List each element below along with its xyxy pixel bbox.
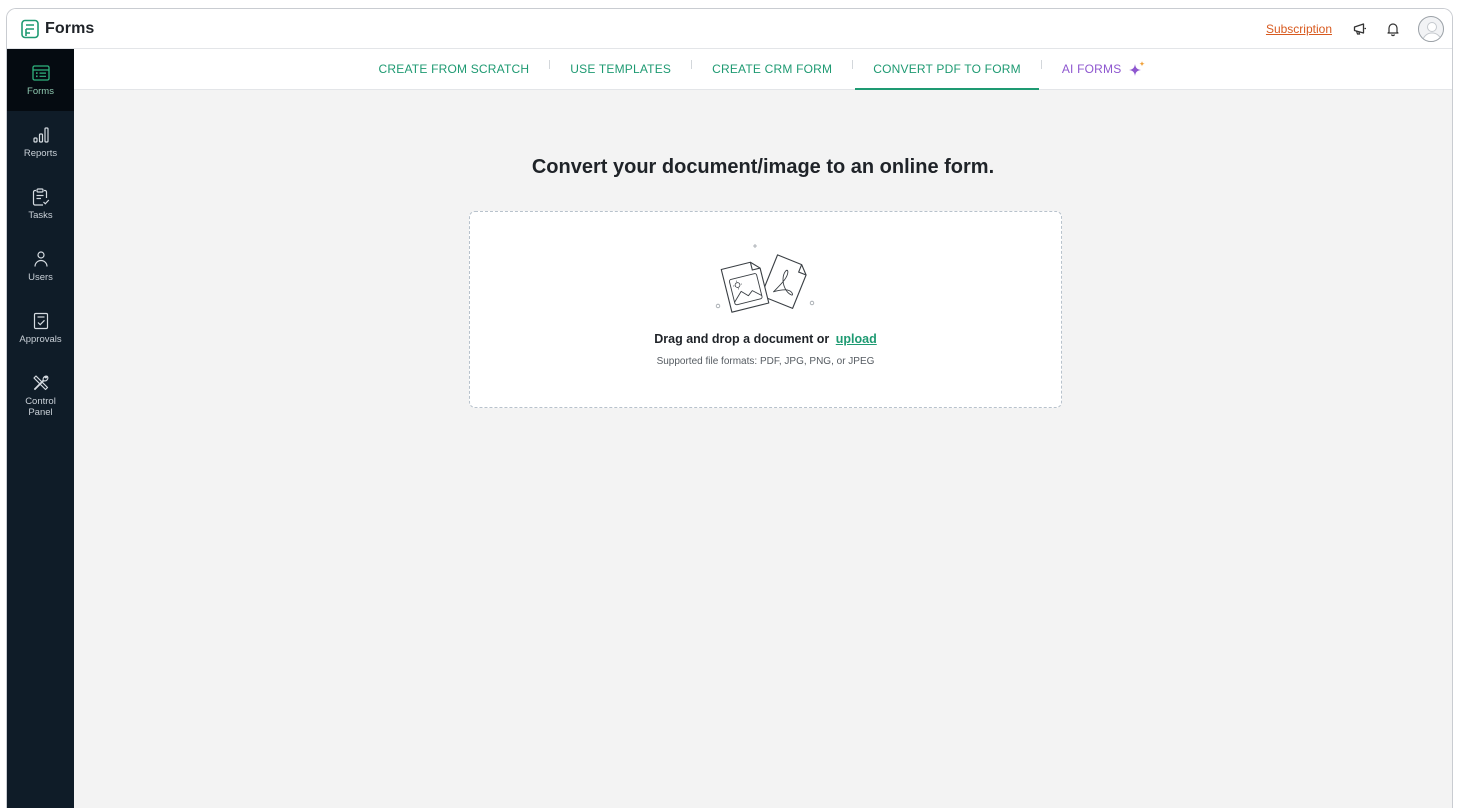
main-content: Convert your document/image to an online… [74,90,1452,808]
sparkle-icon [1127,60,1147,78]
tab-create-from-scratch[interactable]: CREATE FROM SCRATCH [359,49,550,89]
tab-create-crm-form[interactable]: CREATE CRM FORM [692,49,852,89]
app-window: Forms Subscription Forms Reports Tasks U… [6,8,1453,808]
sidebar-item-label: Users [28,272,53,283]
sidebar-item-tasks[interactable]: Tasks [7,173,74,235]
tab-label: AI FORMS [1061,62,1122,76]
sidebar-item-control-panel[interactable]: Control Panel [7,359,74,431]
tab-label: USE TEMPLATES [570,62,672,76]
forms-logo-icon [21,19,39,38]
sidebar-item-reports[interactable]: Reports [7,111,74,173]
reports-icon [32,127,49,143]
tab-label: CREATE FROM SCRATCH [378,62,530,76]
tasks-icon [32,188,49,206]
sidebar-item-users[interactable]: Users [7,235,74,297]
tab-ai-forms[interactable]: AI FORMS [1042,49,1168,89]
sidebar-item-label: Approvals [19,334,62,345]
sidebar-item-label: Forms [27,86,54,97]
page-title: Convert your document/image to an online… [531,156,995,178]
tab-convert-pdf-to-form[interactable]: CONVERT PDF TO FORM [853,49,1041,90]
sidebar-item-forms[interactable]: Forms [7,49,74,111]
top-header: Forms Subscription [7,9,1452,49]
sidebar-item-label: Control Panel [25,395,56,418]
megaphone-icon[interactable] [1352,21,1368,37]
users-icon [33,251,48,267]
supported-formats-text: Supported file formats: PDF, JPG, PNG, o… [656,356,875,367]
dropzone-prompt: Drag and drop a document or upload [470,332,1061,346]
dropzone-prompt-text: Drag and drop a document or [654,332,830,346]
sidebar-item-label: Reports [23,148,58,159]
forms-icon [31,65,50,81]
subscription-link[interactable]: Subscription [1266,22,1332,36]
tab-bar: CREATE FROM SCRATCH USE TEMPLATES CREATE… [74,49,1452,90]
sidebar: Forms Reports Tasks Users Approvals Cont… [7,49,74,808]
file-dropzone[interactable]: Drag and drop a document or upload Suppo… [469,211,1062,408]
sidebar-item-approvals[interactable]: Approvals [7,297,74,359]
user-icon [1422,21,1442,41]
tab-label: CREATE CRM FORM [712,62,833,76]
document-image-illustration-icon [715,244,815,313]
tab-label: CONVERT PDF TO FORM [873,62,1021,76]
app-logo[interactable]: Forms [20,19,94,39]
user-avatar[interactable] [1418,15,1444,42]
bell-icon[interactable] [1385,21,1401,37]
tab-use-templates[interactable]: USE TEMPLATES [550,49,691,89]
upload-link[interactable]: upload [836,332,877,346]
control-panel-icon [32,374,48,390]
app-title: Forms [45,19,95,37]
sidebar-item-label: Tasks [28,210,53,221]
approvals-icon [33,312,48,330]
